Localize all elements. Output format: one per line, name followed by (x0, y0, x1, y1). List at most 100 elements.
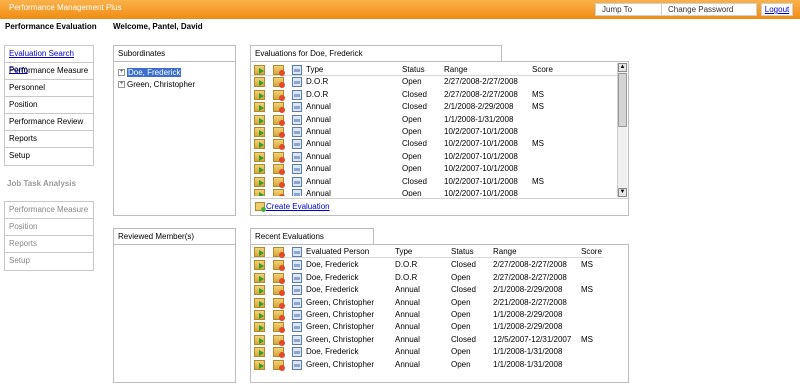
print-icon[interactable] (292, 322, 302, 333)
view-evaluation-icon[interactable] (254, 272, 265, 283)
evaluation-row[interactable]: Annual Open 10/2/2007-10/1/2008 (251, 163, 617, 176)
view-evaluation-icon[interactable] (254, 77, 265, 88)
view-evaluation-icon[interactable] (254, 189, 265, 196)
view-evaluation-icon[interactable] (254, 334, 265, 345)
evaluation-row[interactable]: Annual Open 10/2/2007-10/1/2008 (251, 126, 617, 138)
sidebar-item-setup[interactable]: Setup (5, 148, 93, 165)
view-evaluation-icon[interactable] (254, 176, 265, 187)
sidebar-item-personnel[interactable]: Personnel (5, 80, 93, 97)
create-evaluation-link[interactable]: Create Evaluation (255, 202, 330, 212)
edit-evaluation-icon[interactable] (273, 139, 285, 151)
evaluation-row[interactable]: Annual Closed 10/2/2007-10/1/2008 MS (251, 176, 617, 188)
edit-evaluation-icon[interactable] (273, 322, 285, 334)
change-password-button[interactable]: Change Password (662, 3, 757, 16)
evaluation-row[interactable]: Annual Closed 2/1/2008-2/29/2008 MS (251, 101, 617, 114)
print-icon[interactable] (292, 114, 302, 125)
edit-evaluation-icon[interactable] (273, 247, 285, 258)
view-evaluation-icon[interactable] (254, 347, 265, 358)
view-evaluation-icon[interactable] (254, 114, 265, 125)
print-icon[interactable] (292, 89, 302, 100)
recent-row[interactable]: Doe, Frederick Annual Closed 2/1/2008-2/29/… (251, 284, 628, 297)
edit-evaluation-icon[interactable] (273, 127, 285, 138)
edit-evaluation-icon[interactable] (273, 260, 285, 272)
evaluation-row[interactable]: Annual Open 10/2/2007-10/1/2008 (251, 188, 617, 196)
evaluation-row[interactable]: Annual Open 1/1/2008-1/31/2008 (251, 114, 617, 126)
edit-evaluation-icon[interactable] (273, 334, 285, 346)
edit-evaluation-icon[interactable] (273, 347, 285, 359)
view-evaluation-icon[interactable] (254, 65, 265, 75)
job-task-item-setup[interactable]: Setup (5, 253, 93, 270)
print-icon[interactable] (292, 77, 302, 88)
tree-item[interactable]: + Doe, Frederick (118, 66, 182, 78)
print-icon[interactable] (292, 347, 302, 358)
jump-to-button[interactable]: Jump To (595, 3, 662, 16)
edit-evaluation-icon[interactable] (273, 77, 285, 89)
sidebar-item-reports[interactable]: Reports (5, 131, 93, 148)
view-evaluation-icon[interactable] (254, 297, 265, 308)
print-icon[interactable] (292, 102, 302, 113)
edit-evaluation-icon[interactable] (273, 272, 285, 284)
edit-evaluation-icon[interactable] (273, 151, 285, 163)
print-icon[interactable] (292, 297, 302, 308)
logout-link[interactable]: Logout (761, 3, 793, 16)
print-icon[interactable] (292, 334, 302, 345)
expand-icon[interactable]: + (118, 80, 125, 88)
view-evaluation-icon[interactable] (254, 151, 265, 162)
recent-row[interactable]: Green, Christopher Annual Closed 12/5/2007-… (251, 334, 628, 346)
view-evaluation-icon[interactable] (254, 139, 265, 150)
sidebar-item-performance-measure[interactable]: Performance Measure (5, 63, 93, 80)
recent-row[interactable]: Doe, Frederick D.O.R Closed 2/27/2008-2/27/… (251, 259, 628, 272)
view-evaluation-icon[interactable] (254, 127, 265, 137)
edit-evaluation-icon[interactable] (273, 359, 285, 371)
print-icon[interactable] (292, 151, 302, 162)
expand-icon[interactable]: + (118, 68, 125, 76)
recent-row[interactable]: Green, Christopher Annual Open 1/1/2008-2/2… (251, 309, 628, 321)
print-icon[interactable] (292, 260, 302, 271)
sidebar-item-position[interactable]: Position (5, 97, 93, 114)
edit-evaluation-icon[interactable] (273, 65, 285, 76)
tree-item[interactable]: + Green, Christopher (118, 78, 195, 90)
evaluation-row[interactable]: Annual Open 10/2/2007-10/1/2008 (251, 151, 617, 163)
print-icon[interactable] (292, 247, 302, 257)
edit-evaluation-icon[interactable] (273, 285, 285, 297)
print-icon[interactable] (292, 127, 302, 137)
view-evaluation-icon[interactable] (254, 322, 265, 333)
print-icon[interactable] (292, 176, 302, 187)
print-icon[interactable] (292, 189, 302, 196)
recent-row[interactable]: Doe, Frederick Annual Open 1/1/2008-1/31/20… (251, 346, 628, 359)
print-icon[interactable] (292, 285, 302, 296)
view-evaluation-icon[interactable] (254, 359, 265, 370)
view-evaluation-icon[interactable] (254, 260, 265, 271)
recent-row[interactable]: Green, Christopher Annual Open 1/1/2008-1/3… (251, 359, 628, 371)
print-icon[interactable] (292, 359, 302, 370)
evaluations-scrollbar[interactable]: ▲ ▼ (617, 63, 627, 197)
edit-evaluation-icon[interactable] (273, 297, 285, 309)
print-icon[interactable] (292, 310, 302, 320)
job-task-item-position[interactable]: Position (5, 219, 93, 236)
sidebar-item-evaluation-search-form[interactable]: Evaluation Search Form (5, 46, 93, 74)
scroll-up-button[interactable]: ▲ (618, 63, 627, 72)
print-icon[interactable] (292, 139, 302, 150)
edit-evaluation-icon[interactable] (273, 189, 285, 196)
print-icon[interactable] (292, 164, 302, 175)
recent-row[interactable]: Green, Christopher Annual Open 1/1/2008-2/2… (251, 321, 628, 334)
view-evaluation-icon[interactable] (254, 102, 265, 113)
recent-row[interactable]: Doe, Frederick D.O.R Open 2/27/2008-2/27/20… (251, 272, 628, 284)
edit-evaluation-icon[interactable] (273, 176, 285, 188)
recent-row[interactable]: Green, Christopher Annual Open 2/21/2008-2/… (251, 297, 628, 309)
view-evaluation-icon[interactable] (254, 164, 265, 175)
view-evaluation-icon[interactable] (254, 285, 265, 296)
scroll-thumb[interactable] (618, 73, 627, 127)
print-icon[interactable] (292, 272, 302, 283)
evaluation-row[interactable]: Annual Closed 10/2/2007-10/1/2008 MS (251, 138, 617, 151)
print-icon[interactable] (292, 65, 302, 75)
job-task-item-performance-measure[interactable]: Performance Measure (5, 202, 93, 219)
edit-evaluation-icon[interactable] (273, 164, 285, 176)
edit-evaluation-icon[interactable] (273, 114, 285, 126)
edit-evaluation-icon[interactable] (273, 89, 285, 101)
edit-evaluation-icon[interactable] (273, 310, 285, 321)
evaluation-row[interactable]: D.O.R Open 2/27/2008-2/27/2008 (251, 76, 617, 89)
sidebar-item-performance-review[interactable]: Performance Review (5, 114, 93, 131)
edit-evaluation-icon[interactable] (273, 102, 285, 114)
view-evaluation-icon[interactable] (254, 310, 265, 320)
